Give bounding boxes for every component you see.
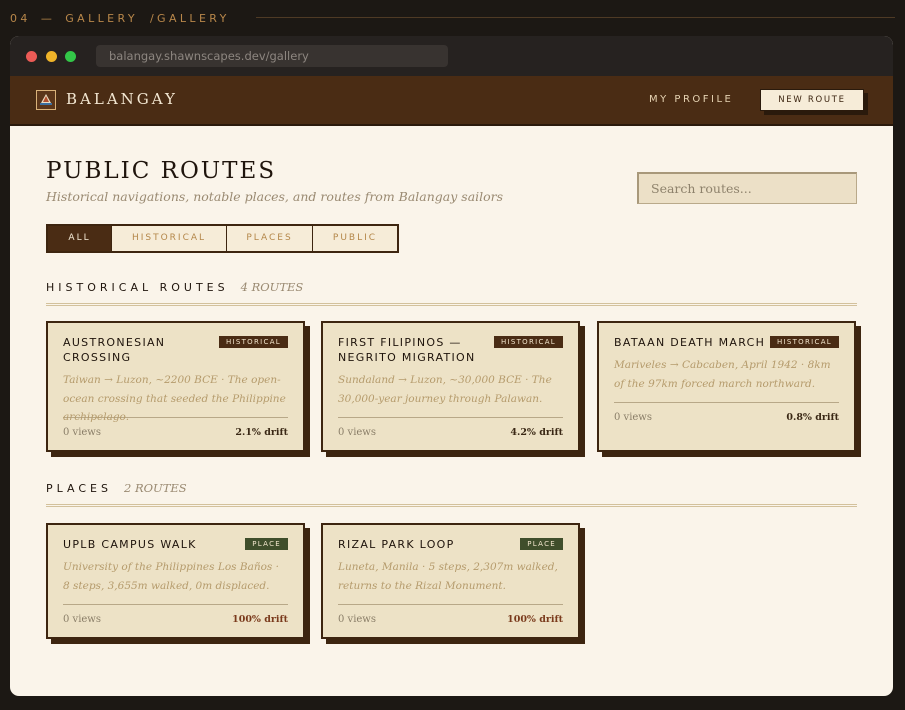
main-content: PUBLIC ROUTES Historical navigations, no…: [10, 126, 893, 696]
card-description: Mariveles → Cabcaben, April 1942 · 8km o…: [614, 359, 831, 390]
filter-public[interactable]: PUBLIC: [312, 226, 397, 251]
search-input[interactable]: [637, 172, 857, 204]
brand-name[interactable]: BALANGAY: [66, 90, 178, 108]
drift-value: 100% drift: [507, 614, 563, 625]
place-tag: PLACE: [520, 538, 563, 550]
route-card[interactable]: UPLB CAMPUS WALK PLACE University of the…: [46, 523, 305, 639]
section-caption: 04 — GALLERY /GALLERY: [10, 10, 230, 26]
view-count: 0 views: [63, 614, 101, 625]
card-description: University of the Philippines Los Baños …: [63, 561, 279, 592]
app-header: BALANGAY MY PROFILE NEW ROUTE: [10, 76, 893, 126]
maximize-window-button[interactable]: [65, 51, 76, 62]
card-title: UPLB CAMPUS WALK: [63, 538, 197, 551]
card-title: BATAAN DEATH MARCH: [614, 336, 766, 349]
address-bar[interactable]: balangay.shawnscapes.dev/gallery: [96, 45, 448, 67]
card-title: RIZAL PARK LOOP: [338, 538, 455, 551]
route-card[interactable]: RIZAL PARK LOOP PLACE Luneta, Manila · 5…: [321, 523, 580, 639]
filter-places[interactable]: PLACES: [226, 226, 312, 251]
caption-section: GALLERY: [65, 11, 138, 25]
view-count: 0 views: [338, 427, 376, 438]
historical-tag: HISTORICAL: [769, 336, 839, 348]
page-title: PUBLIC ROUTES: [46, 158, 277, 184]
close-window-button[interactable]: [26, 51, 37, 62]
browser-chrome: balangay.shawnscapes.dev/gallery: [10, 36, 893, 76]
filter-all[interactable]: ALL: [48, 226, 111, 251]
route-card[interactable]: FIRST FILIPINOS — NEGRITO MIGRATION HIST…: [321, 321, 580, 452]
filter-tabs: ALL HISTORICAL PLACES PUBLIC: [46, 224, 399, 253]
caption-path: /GALLERY: [149, 11, 230, 25]
view-count: 0 views: [614, 412, 652, 423]
caption-dash: —: [40, 11, 56, 25]
card-description: Sundaland → Luzon, ~30,000 BCE · The 30,…: [338, 374, 552, 405]
section-count: 2 ROUTES: [123, 481, 187, 495]
minimize-window-button[interactable]: [46, 51, 57, 62]
view-count: 0 views: [338, 614, 376, 625]
route-card[interactable]: AUSTRONESIAN CROSSING HISTORICAL Taiwan …: [46, 321, 305, 452]
caption-divider: [256, 17, 895, 18]
section-title: PLACES: [46, 482, 112, 495]
drift-value: 0.8% drift: [786, 412, 839, 423]
card-description: Taiwan → Luzon, ~2200 BCE · The open-oce…: [63, 374, 286, 423]
my-profile-link[interactable]: MY PROFILE: [649, 94, 733, 105]
filter-historical[interactable]: HISTORICAL: [111, 226, 226, 251]
section-divider: [46, 504, 857, 507]
section-title: HISTORICAL ROUTES: [46, 281, 229, 294]
card-title: AUSTRONESIAN CROSSING: [63, 336, 166, 364]
section-divider: [46, 303, 857, 306]
route-card[interactable]: BATAAN DEATH MARCH HISTORICAL Mariveles …: [597, 321, 856, 452]
view-count: 0 views: [63, 427, 101, 438]
drift-value: 100% drift: [232, 614, 288, 625]
drift-value: 2.1% drift: [235, 427, 288, 438]
historical-tag: HISTORICAL: [493, 336, 563, 348]
card-description: Luneta, Manila · 5 steps, 2,307m walked,…: [338, 561, 558, 592]
browser-window: balangay.shawnscapes.dev/gallery BALANGA…: [10, 36, 893, 696]
card-title: FIRST FILIPINOS — NEGRITO MIGRATION: [338, 336, 476, 364]
places-section-header: PLACES 2 ROUTES: [46, 481, 187, 495]
historical-section-header: HISTORICAL ROUTES 4 ROUTES: [46, 280, 303, 294]
page-subtitle: Historical navigations, notable places, …: [46, 189, 504, 204]
boat-logo-icon[interactable]: [36, 90, 56, 110]
new-route-button[interactable]: NEW ROUTE: [760, 89, 864, 111]
place-tag: PLACE: [245, 538, 288, 550]
section-count: 4 ROUTES: [240, 280, 304, 294]
caption-number: 04: [10, 11, 31, 25]
historical-tag: HISTORICAL: [218, 336, 288, 348]
drift-value: 4.2% drift: [510, 427, 563, 438]
